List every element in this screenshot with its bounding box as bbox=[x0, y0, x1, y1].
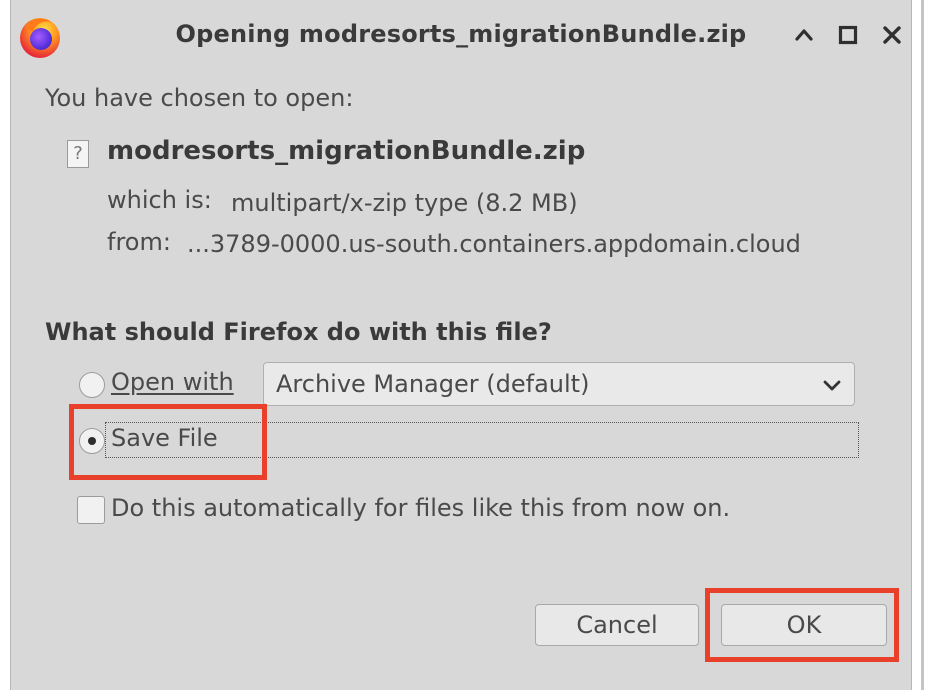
chevron-down-icon bbox=[823, 380, 841, 391]
action-question: What should Firefox do with this file? bbox=[45, 318, 552, 346]
file-type-label: which is: bbox=[107, 186, 212, 214]
background-scrollbar[interactable] bbox=[921, 0, 924, 690]
close-button[interactable] bbox=[877, 20, 907, 50]
open-file-dialog: Opening modresorts_migrationBundle.zip Y… bbox=[10, 0, 912, 690]
unknown-file-icon: ? bbox=[67, 140, 89, 168]
intro-text: You have chosen to open: bbox=[45, 84, 354, 112]
chevron-up-icon bbox=[795, 29, 813, 41]
file-source-label: from: bbox=[107, 228, 171, 256]
open-with-label[interactable]: Open with bbox=[111, 368, 234, 396]
ok-button-highlight bbox=[705, 588, 899, 662]
open-with-radio[interactable] bbox=[79, 372, 105, 398]
file-type-value: multipart/x-zip type (8.2 MB) bbox=[231, 189, 578, 217]
title-bar: Opening modresorts_migrationBundle.zip bbox=[11, 0, 911, 72]
open-with-label-text: Open with bbox=[111, 368, 234, 396]
auto-checkbox[interactable] bbox=[77, 496, 105, 524]
selected-app: Archive Manager (default) bbox=[276, 370, 590, 398]
square-icon bbox=[838, 25, 858, 45]
close-icon bbox=[883, 26, 901, 44]
save-file-highlight bbox=[69, 404, 267, 480]
maximize-button[interactable] bbox=[833, 20, 863, 50]
cancel-button[interactable]: Cancel bbox=[535, 604, 699, 646]
auto-checkbox-label[interactable]: Do this automatically for files like thi… bbox=[111, 494, 730, 522]
dialog-title: Opening modresorts_migrationBundle.zip bbox=[175, 20, 747, 48]
minimize-button[interactable] bbox=[789, 20, 819, 50]
open-with-app-select[interactable]: Archive Manager (default) bbox=[263, 362, 855, 406]
file-source-value: ...3789-0000.us-south.containers.appdoma… bbox=[187, 230, 801, 258]
file-name: modresorts_migrationBundle.zip bbox=[107, 136, 586, 166]
